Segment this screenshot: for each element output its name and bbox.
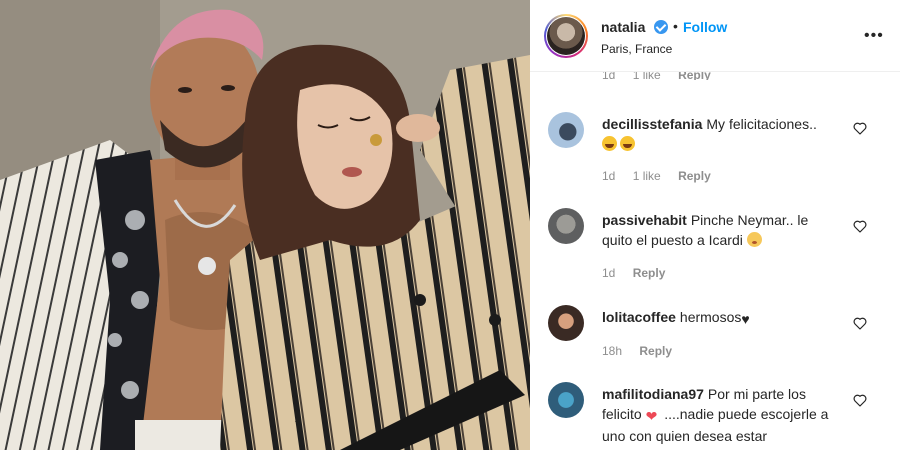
comment-body: hermosos [679,309,742,325]
comment-text: passivehabit Pinche Neymar.. le quito el … [602,210,842,250]
post-photo-illustration [0,0,530,450]
comments-panel: natalia • Follow Paris, France ••• 1d 1 … [530,0,900,450]
heart-icon[interactable] [852,315,868,331]
heart-icon[interactable] [852,392,868,408]
laughing-crying-emoji-icon [602,136,617,151]
comment-meta: 18h Reply [602,344,686,358]
post-header: natalia • Follow Paris, France ••• [530,0,900,72]
verified-badge-icon [654,20,668,34]
heart-icon[interactable] [852,120,868,136]
post-photo[interactable] [0,0,530,450]
header-separator: • [673,18,678,34]
comment-meta: 1d 1 like Reply [602,169,725,183]
comment-body: My felicitaciones.. [706,116,817,132]
reply-button[interactable]: Reply [633,266,666,280]
black-heart-emoji-icon: ♥ [741,311,750,327]
comment-likes[interactable]: 1 like [633,169,661,183]
comment-time: 1d [602,169,616,183]
commenter-avatar[interactable] [548,208,584,244]
comment-text: mafilitodiana97 Por mi parte los felicito… [602,384,842,446]
commenter-username[interactable]: lolitacoffee [602,309,676,325]
author-username[interactable]: natalia [601,19,645,35]
laughing-crying-emoji-icon [620,136,635,151]
author-avatar[interactable] [544,14,588,58]
comments-list: 1d 1 like Reply decillisstefania My felic… [530,68,900,450]
reply-button[interactable]: Reply [639,344,672,358]
more-options-icon[interactable]: ••• [864,28,884,44]
comment-text: decillisstefania My felicitaciones.. [602,114,842,154]
post-location[interactable]: Paris, France [601,42,672,56]
flushed-emoji-icon [746,232,762,247]
author-avatar-image [547,17,585,55]
comment-time: 18h [602,344,623,358]
commenter-avatar[interactable] [548,305,584,341]
red-heart-emoji-icon: ❤ [645,408,658,424]
commenter-avatar[interactable] [548,382,584,418]
comment-time: 1d [602,266,616,280]
commenter-username[interactable]: decillisstefania [602,116,702,132]
comment-text: lolitacoffee hermosos♥ [602,307,842,327]
comment-meta: 1d Reply [602,266,679,280]
follow-button[interactable]: Follow [683,19,727,35]
commenter-username[interactable]: passivehabit [602,212,687,228]
commenter-avatar[interactable] [548,112,584,148]
reply-button[interactable]: Reply [678,169,711,183]
heart-icon[interactable] [852,218,868,234]
commenter-username[interactable]: mafilitodiana97 [602,386,704,402]
